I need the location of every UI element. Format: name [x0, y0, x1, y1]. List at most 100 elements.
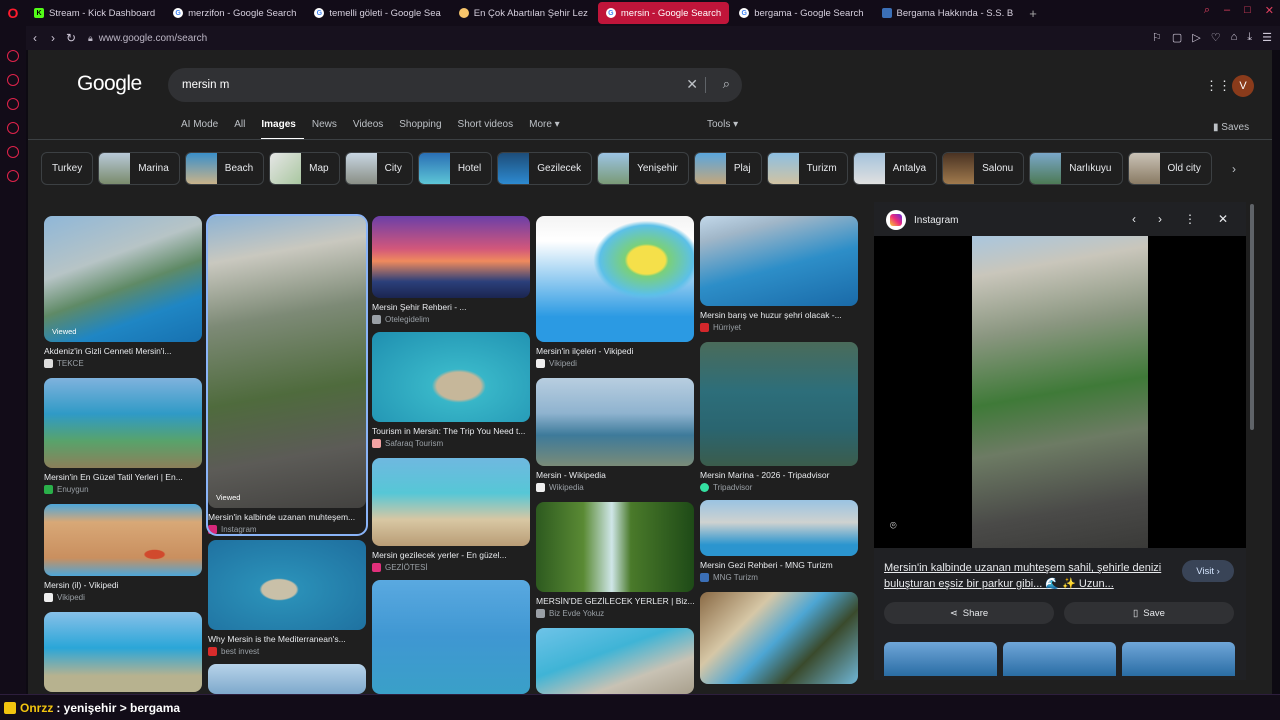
tab-bergama-hakkinda[interactable]: Bergama Hakkında - S.S. B: [874, 2, 1022, 24]
menu-icon[interactable]: ☰: [1262, 31, 1272, 44]
search-tabs-icon[interactable]: ⌕: [1204, 4, 1210, 17]
result-title[interactable]: Mersin'in En Güzel Tatil Yerleri | En...: [44, 472, 202, 482]
reload-icon[interactable]: ↻: [62, 31, 80, 45]
search-icon[interactable]: ⌕: [723, 76, 730, 92]
result-image[interactable]: [208, 664, 366, 694]
chip-marina[interactable]: Marina: [98, 152, 180, 185]
result-image[interactable]: [372, 332, 530, 422]
image-result[interactable]: Mersin Marina - 2026 - Tripadvisor Tripa…: [700, 342, 858, 492]
result-title[interactable]: Mersin (il) - Vikipedi: [44, 580, 202, 590]
image-result[interactable]: Mersin Gezi Rehberi - MNG Turizm MNG Tur…: [700, 500, 858, 582]
tab-shopping[interactable]: Shopping: [399, 119, 449, 140]
lens-icon[interactable]: ⌾: [890, 520, 897, 533]
search-input[interactable]: mersin m ✕ ⌕: [168, 68, 742, 102]
maximize-icon[interactable]: □: [1244, 4, 1251, 17]
visit-button[interactable]: Visit ›: [1182, 560, 1234, 582]
tab-kick[interactable]: K Stream - Kick Dashboard: [26, 2, 163, 24]
clear-icon[interactable]: ✕: [686, 76, 698, 93]
settings-icon[interactable]: [7, 170, 19, 182]
result-image[interactable]: [536, 378, 694, 466]
lock-icon[interactable]: 🔒︎: [88, 33, 93, 44]
tools-button[interactable]: Tools ▾: [707, 119, 738, 130]
chip-hotel[interactable]: Hotel: [417, 152, 493, 185]
image-result[interactable]: Tourism in Mersin: The Trip You Need t..…: [372, 332, 530, 448]
result-image[interactable]: [700, 342, 858, 466]
result-image[interactable]: [536, 216, 694, 342]
image-result[interactable]: Mersin Şehir Rehberi - ... Otelegidelim: [372, 216, 530, 324]
result-title[interactable]: Mersin gezilecek yerler - En güzel...: [372, 550, 530, 560]
forward-icon[interactable]: ›: [44, 31, 62, 45]
tab-mersin[interactable]: Gmersin - Google Search: [597, 2, 730, 24]
preview-source[interactable]: Instagram: [914, 215, 958, 226]
chevron-right-icon[interactable]: ›: [1232, 162, 1236, 176]
chevron-right-icon[interactable]: ›: [1158, 212, 1162, 226]
chip-map[interactable]: Map: [269, 152, 340, 185]
heart-icon[interactable]: ♡: [1211, 31, 1221, 44]
google-logo[interactable]: Google: [77, 72, 142, 96]
apps-grid-icon[interactable]: ⋮⋮: [1205, 78, 1231, 94]
tab-news[interactable]: News: [312, 119, 345, 140]
result-title[interactable]: Why Mersin is the Mediterranean's...: [208, 634, 366, 644]
tab-temelli[interactable]: Gtemelli göleti - Google Sea: [306, 2, 448, 24]
result-image[interactable]: [44, 612, 202, 692]
download-icon[interactable]: ⤓: [1247, 31, 1252, 44]
minimize-icon[interactable]: –: [1224, 4, 1230, 17]
aria-icon[interactable]: [7, 50, 19, 62]
image-result[interactable]: Mersin'in En Güzel Tatil Yerleri | En...…: [44, 378, 202, 494]
image-result[interactable]: Mersin'in ilçeleri - Vikipedi Vikipedi: [536, 216, 694, 368]
wallet-icon[interactable]: ⌂: [1231, 31, 1238, 44]
result-title[interactable]: Tourism in Mersin: The Trip You Need t..…: [372, 426, 530, 436]
result-image[interactable]: [372, 458, 530, 546]
save-button[interactable]: ▯ Save: [1064, 602, 1234, 624]
messenger-icon[interactable]: [7, 74, 19, 86]
preview-title[interactable]: Mersin'in kalbinde uzanan muhteşem sahil…: [884, 560, 1174, 592]
image-result[interactable]: Viewed Akdeniz'in Gizli Cenneti Mersin'i…: [44, 216, 202, 368]
result-image[interactable]: Viewed: [208, 216, 366, 508]
result-image[interactable]: [700, 592, 858, 684]
result-image[interactable]: [372, 580, 530, 694]
result-title[interactable]: Mersin'in kalbinde uzanan muhteşem...: [208, 512, 366, 522]
opera-logo-icon[interactable]: O: [0, 0, 26, 26]
avatar[interactable]: V: [1232, 75, 1254, 97]
tab-videos[interactable]: Videos: [353, 119, 391, 140]
search-query[interactable]: mersin m: [182, 79, 229, 91]
related-image[interactable]: [1122, 642, 1235, 676]
chip-turizm[interactable]: Turizm: [766, 152, 848, 185]
result-image[interactable]: [44, 504, 202, 576]
play-icon[interactable]: ▷: [1192, 31, 1200, 44]
result-title[interactable]: Mersin barış ve huzur şehri olacak -...: [700, 310, 858, 320]
chip-plaj[interactable]: Plaj: [693, 152, 762, 185]
result-title[interactable]: MERSİN'DE GEZİLECEK YERLER | Biz...: [536, 596, 694, 606]
result-title[interactable]: Mersin - Wikipedia: [536, 470, 694, 480]
close-icon[interactable]: ✕: [1218, 212, 1228, 226]
image-result[interactable]: Why Mersin is the Mediterranean's... bes…: [208, 540, 366, 656]
related-image[interactable]: [1003, 642, 1116, 676]
saves-button[interactable]: ▮ Saves: [1213, 122, 1249, 133]
percent-icon[interactable]: [7, 98, 19, 110]
image-result[interactable]: MERSİN'DE GEZİLECEK YERLER | Biz... Biz …: [536, 502, 694, 618]
player-icon[interactable]: [7, 122, 19, 134]
close-window-icon[interactable]: ✕: [1265, 4, 1274, 17]
chip-beach[interactable]: Beach: [184, 152, 265, 185]
tab-ai-mode[interactable]: AI Mode: [181, 119, 226, 140]
back-icon[interactable]: ‹: [26, 31, 44, 45]
chip-yenisehir[interactable]: Yenişehir: [597, 152, 689, 185]
new-tab-button[interactable]: +: [1023, 6, 1043, 21]
image-result-selected[interactable]: Viewed Mersin'in kalbinde uzanan muhteşe…: [206, 214, 368, 536]
tab-merzifon[interactable]: Gmerzifon - Google Search: [165, 2, 304, 24]
tab-images[interactable]: Images: [261, 119, 304, 140]
result-image[interactable]: [372, 216, 530, 298]
result-image[interactable]: [208, 540, 366, 630]
image-result[interactable]: [208, 664, 366, 694]
result-title[interactable]: Mersin Marina - 2026 - Tripadvisor: [700, 470, 858, 480]
result-image[interactable]: [700, 216, 858, 306]
chip-old-city[interactable]: Old city: [1127, 152, 1212, 185]
image-result[interactable]: Mersin - Wikipedia Wikipedia: [536, 378, 694, 492]
preview-image[interactable]: [972, 236, 1148, 548]
more-vert-icon[interactable]: ⋮: [1184, 212, 1196, 226]
image-result[interactable]: Mersin barış ve huzur şehri olacak -... …: [700, 216, 858, 332]
tab-eksi[interactable]: En Çok Abartılan Şehir Lez: [451, 2, 596, 24]
tab-bergama[interactable]: Gbergama - Google Search: [731, 2, 871, 24]
share-button[interactable]: ⋖ Share: [884, 602, 1054, 624]
result-title[interactable]: Akdeniz'in Gizli Cenneti Mersin'i...: [44, 346, 202, 356]
